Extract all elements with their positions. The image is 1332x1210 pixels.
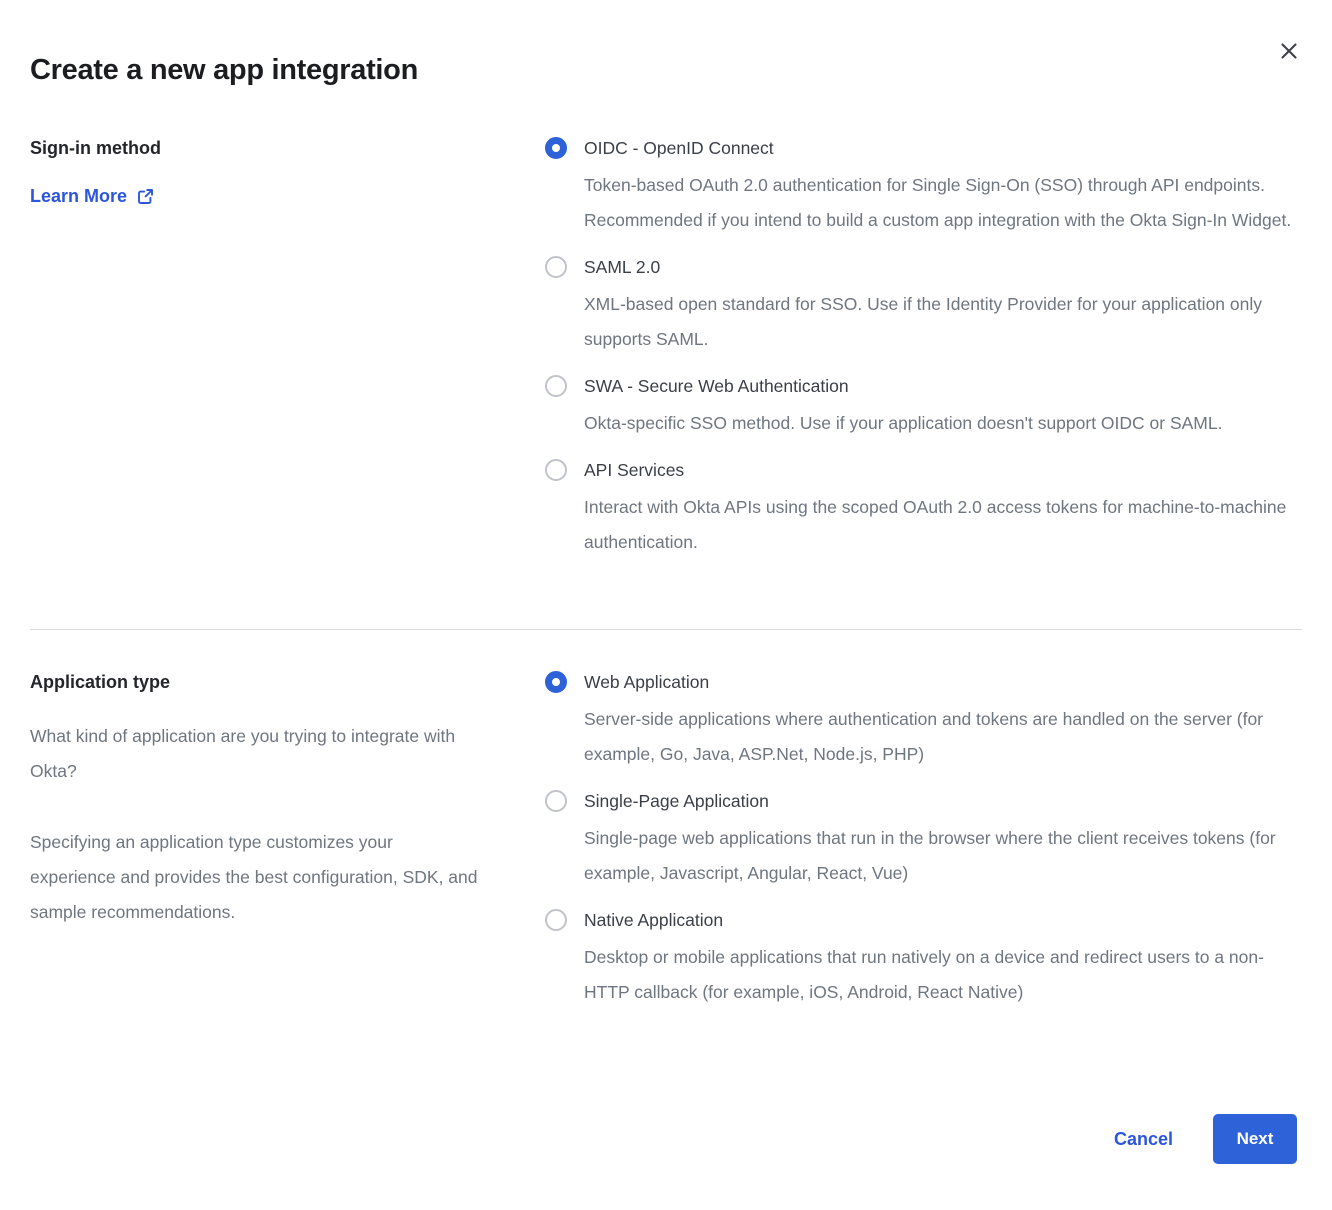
radio-option-description: Interact with Okta APIs using the scoped… <box>584 490 1298 560</box>
learn-more-label: Learn More <box>30 186 127 207</box>
radio-option-label[interactable]: SAML 2.0 <box>584 256 1298 278</box>
learn-more-link[interactable]: Learn More <box>30 186 155 207</box>
radio-option-description: Single-page web applications that run in… <box>584 821 1298 891</box>
signin-method-section: Sign-in method Learn More OIDC - OpenID … <box>30 137 1302 578</box>
radio-option-single-page-application[interactable]: Single-Page Application Single-page web … <box>545 790 1302 891</box>
application-type-label: Application type <box>30 671 545 693</box>
radio-option-description: Token-based OAuth 2.0 authentication for… <box>584 168 1298 238</box>
radio-option-api-services[interactable]: API Services Interact with Okta APIs usi… <box>545 459 1302 560</box>
radio-icon[interactable] <box>545 459 567 481</box>
external-link-icon <box>136 187 155 206</box>
radio-option-label[interactable]: Single-Page Application <box>584 790 1298 812</box>
next-button[interactable]: Next <box>1213 1114 1297 1164</box>
close-icon <box>1280 42 1298 60</box>
radio-icon[interactable] <box>545 137 567 159</box>
radio-option-description: Okta-specific SSO method. Use if your ap… <box>584 406 1222 441</box>
radio-option-web-application[interactable]: Web Application Server-side applications… <box>545 671 1302 772</box>
application-type-help-text: Specifying an application type customize… <box>30 825 482 930</box>
radio-icon[interactable] <box>545 375 567 397</box>
section-divider <box>30 629 1302 630</box>
radio-icon[interactable] <box>545 909 567 931</box>
radio-icon[interactable] <box>545 790 567 812</box>
radio-option-label[interactable]: Native Application <box>584 909 1298 931</box>
radio-option-label[interactable]: Web Application <box>584 671 1298 693</box>
create-app-integration-dialog: Create a new app integration Sign-in met… <box>0 0 1332 1210</box>
radio-option-description: Desktop or mobile applications that run … <box>584 940 1298 1010</box>
radio-option-label[interactable]: OIDC - OpenID Connect <box>584 137 1298 159</box>
radio-option-swa[interactable]: SWA - Secure Web Authentication Okta-spe… <box>545 375 1302 441</box>
application-type-question: What kind of application are you trying … <box>30 719 482 789</box>
dialog-title: Create a new app integration <box>30 0 1302 88</box>
radio-option-description: XML-based open standard for SSO. Use if … <box>584 287 1298 357</box>
dialog-footer: Cancel Next <box>1114 1114 1297 1164</box>
radio-option-label[interactable]: API Services <box>584 459 1298 481</box>
application-type-section: Application type What kind of applicatio… <box>30 671 1302 1028</box>
radio-icon[interactable] <box>545 256 567 278</box>
radio-icon[interactable] <box>545 671 567 693</box>
cancel-button[interactable]: Cancel <box>1114 1129 1173 1150</box>
radio-option-label[interactable]: SWA - Secure Web Authentication <box>584 375 1222 397</box>
radio-option-native-application[interactable]: Native Application Desktop or mobile app… <box>545 909 1302 1010</box>
radio-option-oidc[interactable]: OIDC - OpenID Connect Token-based OAuth … <box>545 137 1302 238</box>
radio-option-description: Server-side applications where authentic… <box>584 702 1298 772</box>
close-button[interactable] <box>1276 38 1302 64</box>
radio-option-saml[interactable]: SAML 2.0 XML-based open standard for SSO… <box>545 256 1302 357</box>
signin-method-label: Sign-in method <box>30 137 545 159</box>
